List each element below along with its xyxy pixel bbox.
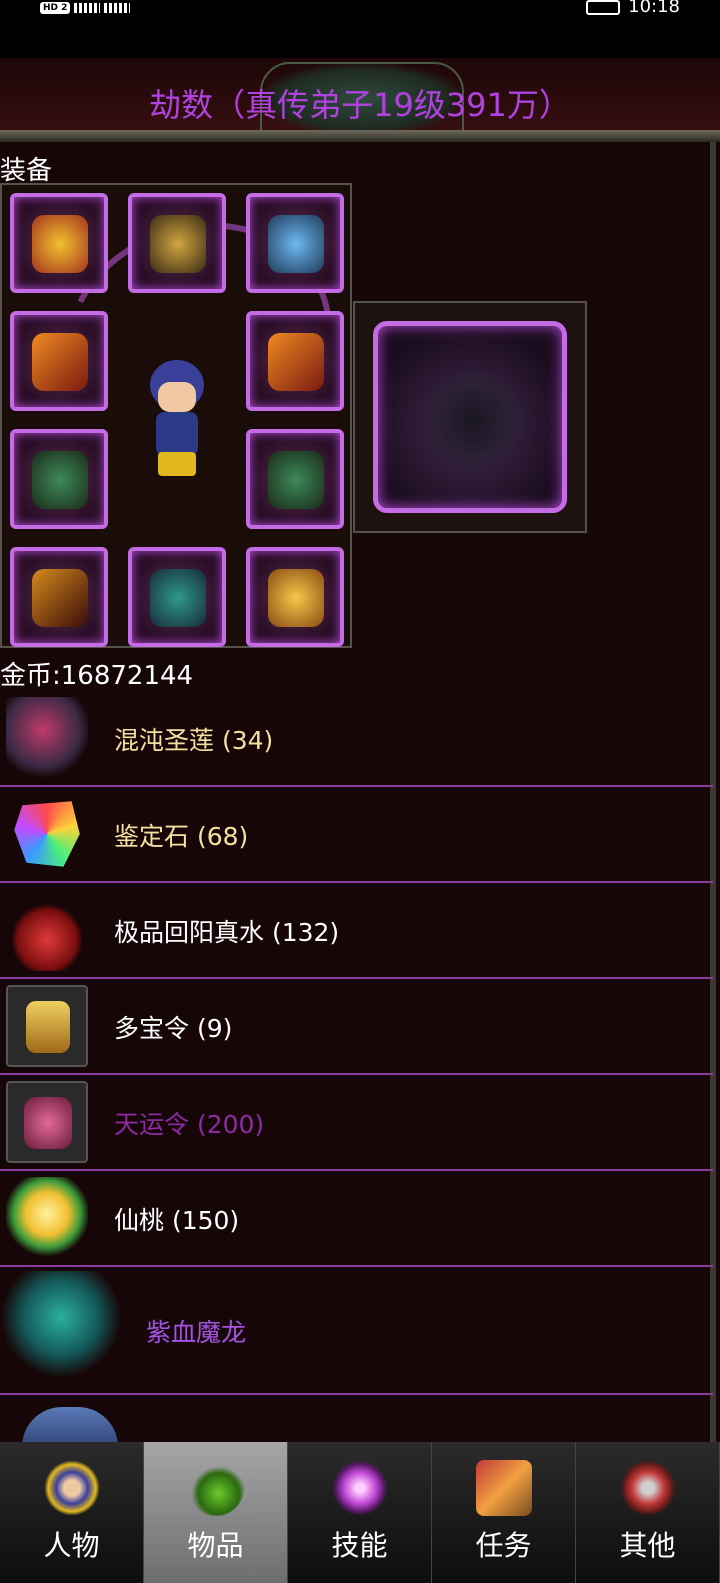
battery-icon	[586, 0, 621, 15]
tab-other[interactable]: 其他	[576, 1442, 720, 1583]
item-label: 天运令 (200)	[114, 1110, 265, 1139]
item-label: 仙桃 (150)	[114, 1206, 240, 1235]
title-bar: 劫数（真传弟子19级391万）	[0, 58, 720, 136]
equip-slot-weapon[interactable]	[10, 311, 108, 411]
list-item[interactable]: 紫血魔龙	[0, 1267, 713, 1395]
equip-slot-offhand[interactable]	[246, 311, 344, 411]
game-window: 劫数（真传弟子19级391万） 装备 金币:16872144 混沌圣莲 (34)…	[0, 58, 720, 1442]
equipment-label: 装备	[0, 156, 53, 186]
chaos-lotus-icon	[6, 697, 88, 779]
status-bar: HD 2 10:18	[0, 0, 720, 58]
tab-label: 人物	[43, 1529, 100, 1562]
equip-slot-armor[interactable]	[128, 547, 226, 647]
bracelet-icon	[268, 451, 324, 509]
tab-skills[interactable]: 技能	[288, 1442, 432, 1583]
peach-icon	[6, 1177, 88, 1259]
list-item[interactable]: 鉴定石 (68)	[0, 787, 713, 883]
status-right: 10:18	[586, 0, 680, 17]
creature-icon	[22, 1407, 118, 1442]
equip-slot-bracelet-right[interactable]	[246, 429, 344, 529]
boots-icon	[32, 569, 88, 627]
list-item[interactable]: 混沌圣莲 (34)	[0, 691, 713, 787]
tab-character[interactable]: 人物	[0, 1442, 144, 1583]
mount-slot[interactable]	[353, 301, 587, 533]
identify-stone-icon	[14, 801, 80, 867]
list-item-partial[interactable]	[0, 1395, 713, 1442]
item-label: 混沌圣莲 (34)	[114, 726, 274, 755]
hd-badge: HD 2	[40, 2, 71, 14]
quests-icon	[475, 1460, 532, 1516]
tab-label: 任务	[475, 1529, 532, 1562]
tab-label: 其他	[619, 1529, 676, 1562]
tab-label: 技能	[331, 1529, 388, 1562]
treasure-token-icon	[6, 985, 88, 1067]
mount-beast-icon	[418, 366, 528, 476]
tab-quests[interactable]: 任务	[432, 1442, 576, 1583]
character-icon	[43, 1460, 100, 1516]
other-icon	[619, 1460, 676, 1516]
equip-slot-necklace[interactable]	[128, 193, 226, 293]
tab-items[interactable]: 物品	[144, 1442, 288, 1583]
fortune-token-icon	[6, 1081, 88, 1163]
equip-slot-bracelet-left[interactable]	[10, 429, 108, 529]
bottom-tab-bar: 人物 物品 技能 任务 其他	[0, 1442, 720, 1583]
tab-label: 物品	[187, 1529, 244, 1562]
equip-slot-ring[interactable]	[246, 547, 344, 647]
character-avatar	[142, 360, 212, 480]
amulet-icon	[268, 215, 324, 273]
clock: 10:18	[628, 0, 680, 17]
list-item[interactable]: 多宝令 (9)	[0, 979, 713, 1075]
mount-frame	[373, 321, 567, 513]
signal-icon	[74, 3, 101, 13]
helmet-icon	[32, 215, 88, 273]
list-item[interactable]: 极品回阳真水 (132)	[0, 883, 713, 979]
skills-icon	[331, 1460, 388, 1516]
golden-dragon-icon	[268, 569, 324, 627]
signal-icon-2	[104, 3, 131, 13]
item-label: 极品回阳真水 (132)	[114, 918, 340, 947]
equipment-grid	[0, 183, 366, 648]
item-label: 鉴定石 (68)	[114, 822, 249, 851]
avatar-body	[156, 412, 198, 456]
item-label: 紫血魔龙	[146, 1318, 247, 1347]
item-label: 多宝令 (9)	[114, 1014, 233, 1043]
blade-icon	[268, 333, 324, 391]
sword-icon	[32, 333, 88, 391]
dragon-icon	[0, 1271, 122, 1387]
potion-icon	[6, 889, 88, 971]
list-item[interactable]: 天运令 (200)	[0, 1075, 713, 1171]
item-list: 混沌圣莲 (34) 鉴定石 (68) 极品回阳真水 (132) 多宝令 (9) …	[0, 691, 713, 1442]
necklace-icon	[150, 215, 206, 273]
bracelet-icon	[32, 451, 88, 509]
items-icon	[187, 1460, 244, 1516]
avatar-face	[158, 382, 196, 412]
armor-icon	[150, 569, 206, 627]
equip-slot-helmet[interactable]	[10, 193, 108, 293]
gold-count: 金币:16872144	[0, 661, 194, 691]
avatar-legs	[158, 452, 196, 476]
list-item[interactable]: 仙桃 (150)	[0, 1171, 713, 1267]
equip-slot-boots[interactable]	[10, 547, 108, 647]
status-left: HD 2	[40, 0, 131, 16]
frame-divider	[0, 130, 720, 142]
equip-slot-amulet[interactable]	[246, 193, 344, 293]
page-title: 劫数（真传弟子19级391万）	[149, 86, 571, 124]
